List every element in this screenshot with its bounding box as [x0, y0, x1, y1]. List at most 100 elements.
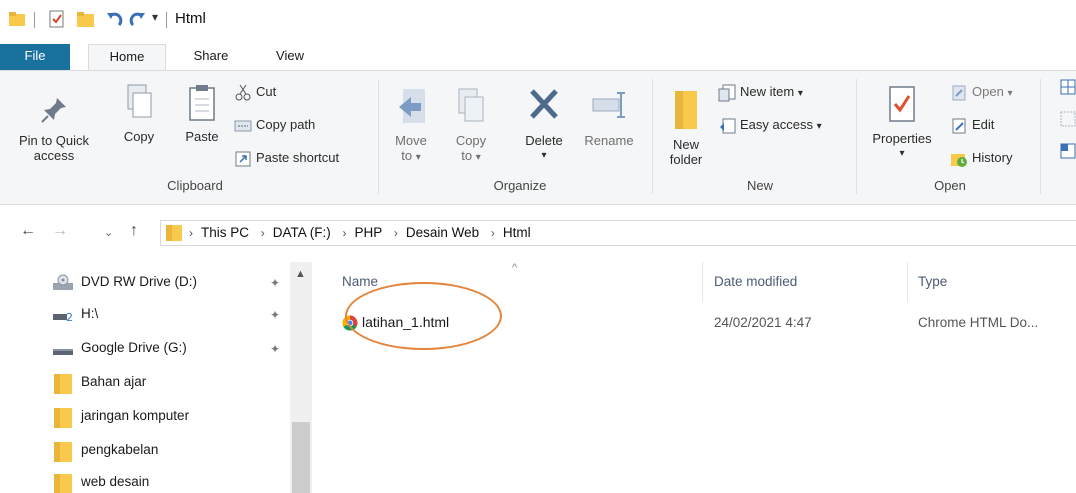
copy-path-button[interactable]: Copy path: [234, 115, 315, 135]
properties-button[interactable]: Properties ▾: [862, 83, 942, 161]
group-separator: [652, 79, 653, 194]
scissors-icon: [235, 84, 251, 101]
new-folder-icon[interactable]: [76, 10, 96, 28]
chevron-down-icon: ▾: [899, 148, 905, 159]
ribbon-tabs: File Home Share View: [0, 44, 1076, 70]
highlight-annotation-circle: [345, 282, 502, 350]
pin-label-line2: access: [33, 148, 75, 163]
delete-label: Delete: [525, 133, 563, 148]
nav-item-label: jaringan komputer: [81, 408, 190, 423]
dvd-drive-icon: [53, 274, 73, 290]
paste-button[interactable]: Paste: [180, 83, 224, 144]
quick-access-dropdown-icon[interactable]: ▾: [152, 10, 158, 24]
tab-file[interactable]: File: [0, 44, 70, 70]
tab-view[interactable]: View: [260, 44, 320, 70]
tab-home[interactable]: Home: [88, 44, 166, 70]
select-all-icon[interactable]: [1060, 79, 1076, 95]
paste-shortcut-button[interactable]: Paste shortcut: [234, 148, 339, 168]
copy-path-label: Copy path: [256, 117, 316, 132]
copy-button[interactable]: Copy: [117, 83, 161, 144]
new-folder-icon: [675, 91, 697, 129]
pin-to-quick-access-button[interactable]: Pin to Quick access: [4, 95, 104, 163]
scrollbar-thumb[interactable]: [292, 422, 310, 493]
breadcrumb-desain-web[interactable]: Desain Web: [406, 225, 479, 240]
organize-group-label: Organize: [493, 178, 547, 193]
easy-access-label: Easy access: [740, 117, 813, 132]
chevron-right-icon: ›: [393, 226, 398, 240]
nav-item-label: web desain: [81, 474, 150, 489]
address-bar[interactable]: › This PC › DATA (F:) › PHP › Desain Web › Ht…: [160, 220, 1076, 246]
up-arrow-icon[interactable]: ↑: [130, 222, 138, 240]
breadcrumb-data-drive[interactable]: DATA (F:): [273, 225, 331, 240]
chevron-down-icon: ▾: [415, 152, 421, 163]
history-button[interactable]: History: [950, 148, 1012, 168]
select-none-icon[interactable]: [1060, 111, 1076, 127]
properties-icon[interactable]: [48, 10, 66, 28]
pin-icon: ✦: [270, 342, 281, 356]
group-separator: [378, 79, 379, 194]
cut-button[interactable]: Cut: [234, 82, 276, 102]
move-label-line2: to: [401, 148, 413, 163]
new-item-button[interactable]: New item ▾: [718, 82, 803, 102]
move-to-button[interactable]: Move to ▾: [386, 87, 436, 165]
forward-arrow-icon[interactable]: →: [52, 222, 68, 240]
move-to-icon: [399, 89, 425, 123]
chevron-down-icon: ▾: [797, 88, 803, 99]
new-folder-button[interactable]: New folder: [660, 87, 712, 167]
chevron-right-icon: ›: [189, 226, 193, 240]
new-folder-label-line1: New: [672, 137, 699, 152]
chevron-down-icon: ▾: [1007, 88, 1013, 99]
column-divider[interactable]: [907, 262, 908, 302]
new-folder-label-line2: folder: [669, 152, 703, 167]
nav-pane-scrollbar[interactable]: ▲: [290, 262, 312, 493]
breadcrumb-this-pc[interactable]: This PC: [201, 225, 249, 240]
window-title: Html: [175, 10, 206, 27]
paste-icon: [189, 85, 215, 121]
history-icon: [951, 153, 967, 167]
folder-icon: [54, 374, 72, 394]
column-header-type[interactable]: Type: [918, 274, 947, 289]
folder-icon: [54, 474, 72, 493]
open-label: Open: [972, 84, 1004, 99]
folder-icon: [54, 408, 72, 428]
column-header-name[interactable]: Name: [342, 274, 378, 289]
recent-locations-chevron-icon[interactable]: ⌄: [104, 226, 113, 239]
open-group-label: Open: [934, 178, 966, 193]
rename-button[interactable]: Rename: [576, 87, 642, 148]
properties-icon: [889, 86, 915, 122]
nav-item-label: Google Drive (G:): [81, 340, 187, 355]
nav-item-label: pengkabelan: [81, 442, 159, 457]
file-type-cell: Chrome HTML Do...: [918, 315, 1039, 330]
column-divider[interactable]: [702, 262, 703, 302]
chevron-down-icon: ▾: [816, 121, 822, 132]
copy-to-button[interactable]: Copy to ▾: [446, 87, 496, 165]
invert-selection-icon[interactable]: [1060, 143, 1076, 159]
breadcrumb-php[interactable]: PHP: [355, 225, 383, 240]
edit-button[interactable]: Edit: [950, 115, 994, 135]
scroll-up-arrow-icon[interactable]: ▲: [295, 268, 306, 280]
back-arrow-icon[interactable]: ←: [20, 222, 36, 240]
navigation-pane: DVD RW Drive (D:) ✦ 2 H:\ ✦ Google Drive…: [0, 262, 312, 493]
column-header-date-modified[interactable]: Date modified: [714, 274, 797, 289]
chevron-down-icon: ▾: [475, 152, 481, 163]
network-drive-icon: 2: [53, 311, 73, 324]
chevron-right-icon: ›: [490, 226, 495, 240]
breadcrumb-html[interactable]: Html: [503, 225, 531, 240]
new-item-icon: [718, 84, 736, 102]
paste-shortcut-label: Paste shortcut: [256, 150, 340, 165]
address-bar-row: ← → ⌄ ↑ › This PC › DATA (F:) › PHP › Desain…: [0, 210, 1076, 256]
copy-to-icon: [458, 88, 484, 122]
folder-icon: [54, 442, 72, 462]
pin-icon: ✦: [270, 308, 281, 322]
title-bar: ▾ Html: [0, 0, 1076, 34]
undo-icon[interactable]: [104, 10, 124, 28]
tab-share[interactable]: Share: [176, 44, 246, 70]
move-label-line1: Move: [395, 133, 427, 148]
easy-access-button[interactable]: Easy access ▾: [718, 115, 822, 135]
ribbon: Pin to Quick access Copy Paste Cut Copy …: [0, 70, 1076, 205]
open-button[interactable]: Open ▾: [950, 82, 1012, 102]
history-label: History: [972, 150, 1013, 165]
pin-label-line1: Pin to Quick: [18, 133, 90, 148]
delete-button[interactable]: Delete ▾: [516, 87, 572, 163]
redo-icon[interactable]: [128, 10, 148, 28]
